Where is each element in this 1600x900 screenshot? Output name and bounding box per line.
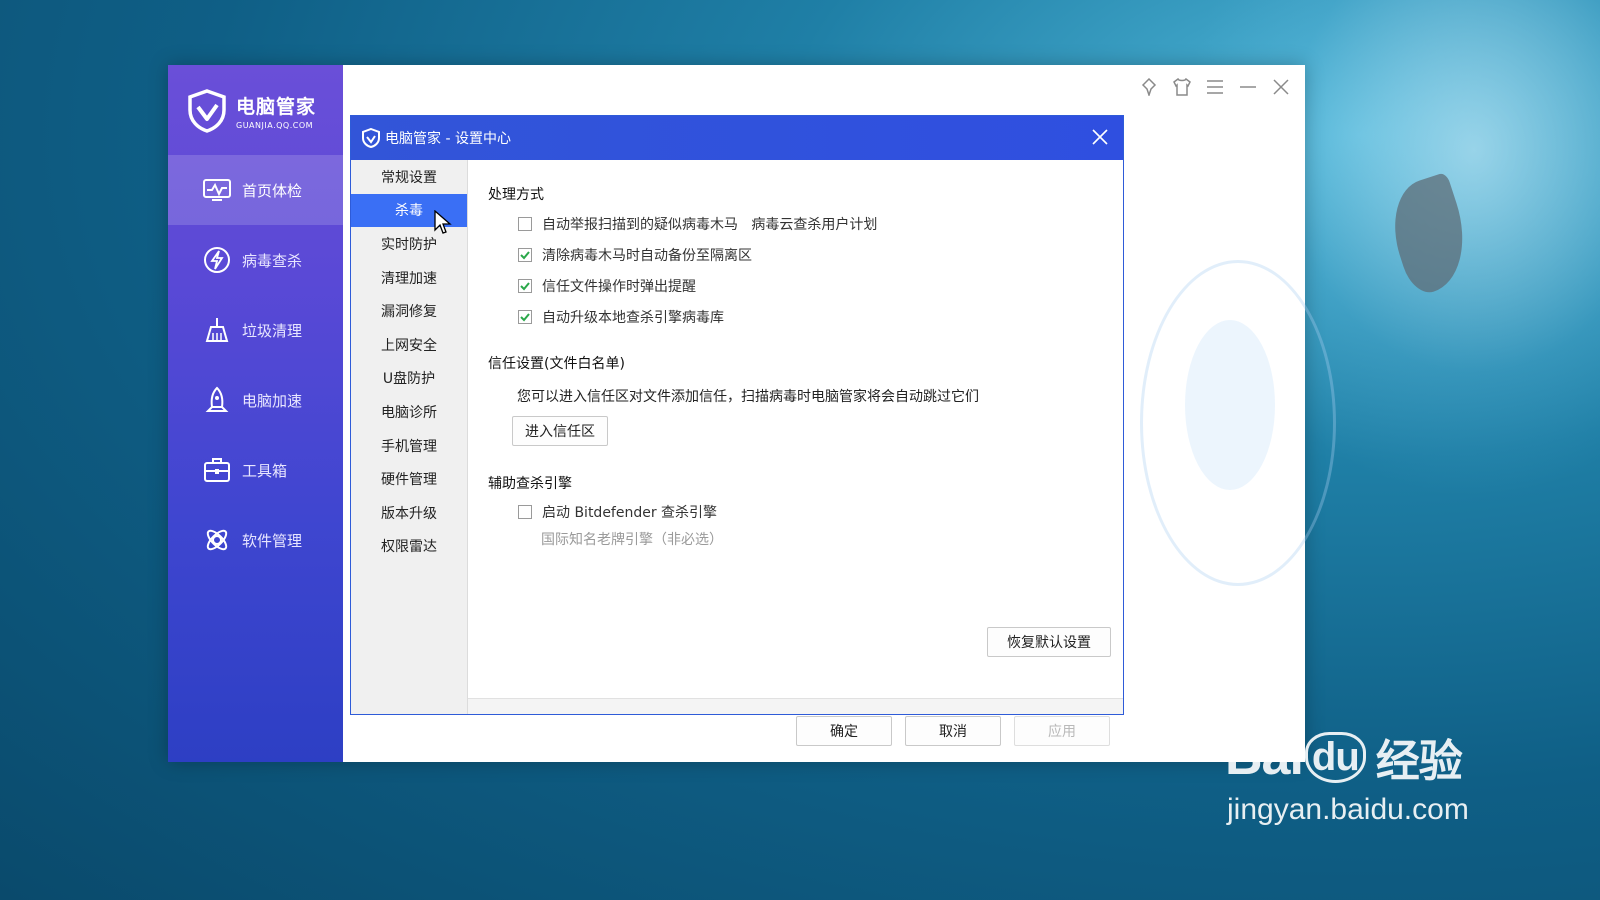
engine-note: 国际知名老牌引擎（非必选）	[541, 532, 723, 548]
toolbox-icon	[204, 458, 230, 482]
cancel-button[interactable]: 取消	[905, 716, 1001, 746]
restore-defaults-button[interactable]: 恢复默认设置	[987, 627, 1111, 657]
tab-general[interactable]: 常规设置	[351, 160, 467, 194]
nav-label: 垃圾清理	[242, 321, 303, 340]
nav-item-virus-scan[interactable]: 病毒查杀	[168, 225, 343, 295]
nav-item-toolbox[interactable]: 工具箱	[168, 435, 343, 505]
option-label: 信任文件操作时弹出提醒	[542, 279, 696, 295]
section-title-handling: 处理方式	[488, 187, 544, 203]
settings-content: 处理方式 自动举报扫描到的疑似病毒木马 病毒云查杀用户计划 清除病毒木马时自动备…	[468, 160, 1123, 746]
checkbox[interactable]	[518, 248, 532, 262]
ok-button[interactable]: 确定	[796, 716, 892, 746]
enter-trust-zone-button[interactable]: 进入信任区	[512, 416, 608, 446]
tab-permission-radar[interactable]: 权限雷达	[351, 530, 467, 564]
apps-icon	[206, 529, 228, 551]
broom-icon	[205, 318, 229, 342]
tab-vulnerability-fix[interactable]: 漏洞修复	[351, 294, 467, 328]
option-backup-quarantine[interactable]: 清除病毒木马时自动备份至隔离区	[518, 245, 752, 265]
logo: 电脑管家 GUANJIA.QQ.COM	[186, 85, 316, 137]
section-title-engine: 辅助查杀引擎	[488, 476, 572, 492]
nav-label: 电脑加速	[242, 391, 303, 410]
tab-phone-management[interactable]: 手机管理	[351, 429, 467, 463]
settings-dialog: 电脑管家 - 设置中心 常规设置 杀毒 实时防护 清理加速 漏洞修复 上网安全 …	[350, 115, 1124, 746]
background-orb	[1185, 320, 1275, 490]
minimize-icon[interactable]	[1238, 77, 1258, 97]
tab-usb-protection[interactable]: U盘防护	[351, 362, 467, 396]
option-label: 启动 Bitdefender 查杀引擎	[542, 505, 718, 521]
pin-icon[interactable]	[1139, 77, 1159, 97]
checkbox[interactable]	[518, 505, 532, 519]
nav-label: 工具箱	[242, 461, 288, 480]
dialog-titlebar[interactable]: 电脑管家 - 设置中心	[351, 116, 1123, 160]
lightning-shield-icon	[204, 247, 230, 273]
logo-title: 电脑管家	[236, 96, 317, 118]
nav-label: 首页体检	[242, 181, 303, 200]
menu-icon[interactable]	[1205, 77, 1225, 97]
dialog-close-icon[interactable]	[1091, 126, 1113, 148]
settings-category-nav: 常规设置 杀毒 实时防护 清理加速 漏洞修复 上网安全 U盘防护 电脑诊所 手机…	[351, 160, 468, 714]
nav-item-cleanup[interactable]: 垃圾清理	[168, 295, 343, 365]
tab-web-security[interactable]: 上网安全	[351, 328, 467, 362]
tab-pc-clinic[interactable]: 电脑诊所	[351, 395, 467, 429]
option-label: 自动举报扫描到的疑似病毒木马 病毒云查杀用户计划	[542, 217, 878, 233]
dialog-title: 电脑管家 - 设置中心	[385, 131, 511, 147]
tab-hardware-management[interactable]: 硬件管理	[351, 462, 467, 496]
watermark-brand: Bai	[1225, 728, 1304, 786]
watermark-url: jingyan.baidu.com	[1227, 793, 1469, 826]
watermark-jingyan: 经验	[1375, 737, 1463, 786]
monitor-pulse-icon	[203, 179, 231, 201]
close-icon[interactable]	[1271, 77, 1291, 97]
option-bitdefender[interactable]: 启动 Bitdefender 查杀引擎	[518, 502, 717, 522]
shield-logo-icon	[362, 128, 380, 148]
option-auto-report[interactable]: 自动举报扫描到的疑似病毒木马 病毒云查杀用户计划	[518, 214, 877, 234]
nav-label: 病毒查杀	[242, 251, 303, 270]
section-title-trust: 信任设置(文件白名单)	[488, 356, 625, 372]
baidu-jingyan-watermark: Bai du 经验 jingyan.baidu.com	[1225, 725, 1469, 827]
checkbox[interactable]	[518, 217, 532, 231]
window-controls	[1139, 77, 1291, 97]
nav-item-software[interactable]: 软件管理	[168, 505, 343, 575]
option-trust-alert[interactable]: 信任文件操作时弹出提醒	[518, 276, 696, 296]
main-nav: 首页体检 病毒查杀 垃圾清理 电脑加速 工具箱 软件管理	[168, 155, 343, 575]
apply-button[interactable]: 应用	[1014, 716, 1110, 746]
trust-description: 您可以进入信任区对文件添加信任，扫描病毒时电脑管家将会自动跳过它们	[517, 389, 979, 405]
option-label: 清除病毒木马时自动备份至隔离区	[542, 248, 752, 264]
mouse-cursor-icon	[434, 210, 452, 234]
dialog-footer: 确定 取消 应用	[468, 699, 1123, 746]
logo-subtitle: GUANJIA.QQ.COM	[236, 121, 314, 130]
nav-label: 软件管理	[242, 531, 303, 550]
sidebar: 电脑管家 GUANJIA.QQ.COM 首页体检 病毒查杀 垃圾清理 电脑加速 …	[168, 65, 343, 762]
option-auto-upgrade-engine[interactable]: 自动升级本地查杀引擎病毒库	[518, 307, 724, 327]
shirt-skin-icon[interactable]	[1172, 77, 1192, 97]
nav-item-home-checkup[interactable]: 首页体检	[168, 155, 343, 225]
rocket-icon	[205, 386, 229, 412]
tab-clean-speedup[interactable]: 清理加速	[351, 261, 467, 295]
option-label: 自动升级本地查杀引擎病毒库	[542, 310, 724, 326]
shield-logo-icon	[188, 89, 226, 133]
watermark-paw-du: du	[1304, 731, 1366, 783]
checkbox[interactable]	[518, 279, 532, 293]
nav-item-speedup[interactable]: 电脑加速	[168, 365, 343, 435]
checkbox[interactable]	[518, 310, 532, 324]
tab-version-upgrade[interactable]: 版本升级	[351, 496, 467, 530]
